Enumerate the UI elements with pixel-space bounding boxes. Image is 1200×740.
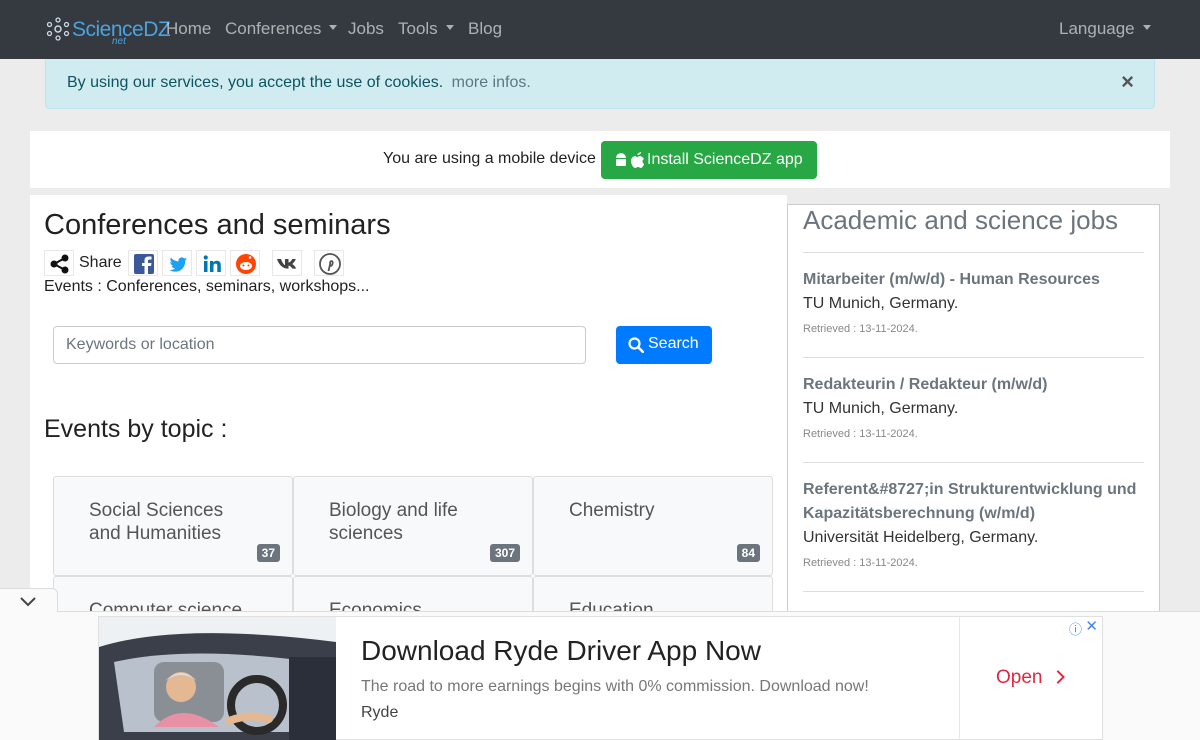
nav-tools-dropdown[interactable]: Tools [398,19,454,39]
divider [803,252,1144,253]
divider [803,462,1144,463]
nav-language-label: Language [1059,19,1135,38]
install-app-button[interactable]: Install ScienceDZ app [601,141,817,179]
topic-name: Social Sciences and Humanities [89,500,224,544]
jobs-title: Academic and science jobs [803,205,1119,235]
topic-count-badge: 84 [736,544,760,562]
job-title-link[interactable]: Referent&#8727;in Strukturentwicklung un… [803,478,1144,526]
ad-headline: Download Ryde Driver App Now [361,635,761,666]
ad-close-button[interactable]: ✕ [1085,617,1098,635]
nav-jobs[interactable]: Jobs [348,19,384,39]
search-button[interactable]: Search [616,326,712,364]
logo-subtext: net [112,36,126,47]
search-icon [628,337,644,353]
job-location: TU Munich, Germany. [803,400,959,417]
topic-card-social-sciences[interactable]: Social Sciences and Humanities 37 [53,476,293,576]
cookie-message: By using our services, you accept the us… [67,74,531,92]
job-location: Universität Heidelberg, Germany. [803,529,1039,546]
job-title-link[interactable]: Mitarbeiter (m/w/d) - Human Resources [803,268,1144,292]
ad-banner[interactable]: Download Ryde Driver App Now The road to… [98,616,1103,740]
topic-card-biology[interactable]: Biology and life sciences 307 [293,476,533,576]
share-twitter[interactable] [162,250,192,276]
android-apple-icon [616,152,644,168]
topic-count-badge: 37 [256,544,280,562]
nav-conferences-label: Conferences [225,19,322,38]
nav-tools-label: Tools [398,19,438,38]
cookie-text: By using our services, you accept the us… [67,74,444,91]
pinterest-icon [319,253,341,275]
nav-language-dropdown[interactable]: Language [1059,19,1151,39]
share-button[interactable] [44,250,74,276]
ad-divider [959,617,960,740]
topics-heading: Events by topic : [44,415,228,443]
share-bar: Share [44,250,364,276]
jobs-sidebar: Academic and science jobs Mitarbeiter (m… [787,204,1160,615]
job-date: Retrieved : 13-11-2024. [803,557,918,569]
cookie-more-info-link[interactable]: more infos. [452,74,531,91]
install-app-label: Install ScienceDZ app [647,151,803,168]
topic-count-badge: 307 [489,544,520,562]
job-date: Retrieved : 13-11-2024. [803,323,918,335]
ad-image [99,617,336,740]
divider [803,591,1144,592]
ad-info-icon[interactable]: ⓘ [1069,619,1082,638]
job-item: Redakteurin / Redakteur (m/w/d) TU Munic… [803,373,1144,440]
nav-conferences-dropdown[interactable]: Conferences [225,19,337,39]
event-search-input[interactable] [53,326,586,364]
page-description: Events : Conferences, seminars, workshop… [44,278,370,295]
twitter-icon [169,257,187,272]
job-location: TU Munich, Germany. [803,295,959,312]
share-facebook[interactable] [128,250,158,276]
job-date: Retrieved : 13-11-2024. [803,428,918,440]
chevron-down-icon [20,597,36,607]
share-label: Share [79,254,122,271]
ad-description: The road to more earnings begins with 0%… [361,678,869,695]
job-title-link[interactable]: Redakteurin / Redakteur (m/w/d) [803,373,1144,397]
facebook-icon [134,254,154,274]
ad-brand: Ryde [361,704,399,721]
top-navbar: ScienceDZ net Home Conferences Jobs Tool… [0,0,1200,59]
share-reddit[interactable] [230,250,260,276]
mobile-device-banner: You are using a mobile device Install Sc… [30,131,1170,188]
chevron-right-icon [1056,670,1065,684]
job-item: Mitarbeiter (m/w/d) - Human Resources TU… [803,268,1144,335]
ad-open-button[interactable]: Open [996,667,1066,689]
cookie-alert: By using our services, you accept the us… [45,59,1155,109]
page-title: Conferences and seminars [44,209,391,241]
linkedin-icon [203,255,221,272]
logo-molecule-icon [46,17,70,41]
reddit-icon [236,254,256,274]
nav-blog[interactable]: Blog [468,19,502,39]
vk-icon [277,259,297,269]
share-vk[interactable] [272,250,302,276]
search-button-label: Search [648,335,699,352]
share-icon [50,254,69,274]
topic-name: Biology and life sciences [329,500,458,544]
cookie-close-button[interactable]: × [1121,71,1134,93]
topic-name: Chemistry [569,500,655,521]
main-content: Conferences and seminars Share Events : … [30,195,787,676]
ad-collapse-toggle[interactable] [0,588,58,612]
ad-driver-photo [99,617,336,740]
share-pinterest[interactable] [314,250,344,276]
ad-open-label: Open [996,667,1043,688]
mobile-device-text: You are using a mobile device [383,150,596,167]
share-linkedin[interactable] [196,250,226,276]
topic-card-chemistry[interactable]: Chemistry 84 [533,476,773,576]
divider [803,357,1144,358]
job-item: Referent&#8727;in Strukturentwicklung un… [803,478,1144,569]
sciencedz-logo[interactable]: ScienceDZ net [46,14,171,47]
nav-home[interactable]: Home [166,19,211,39]
